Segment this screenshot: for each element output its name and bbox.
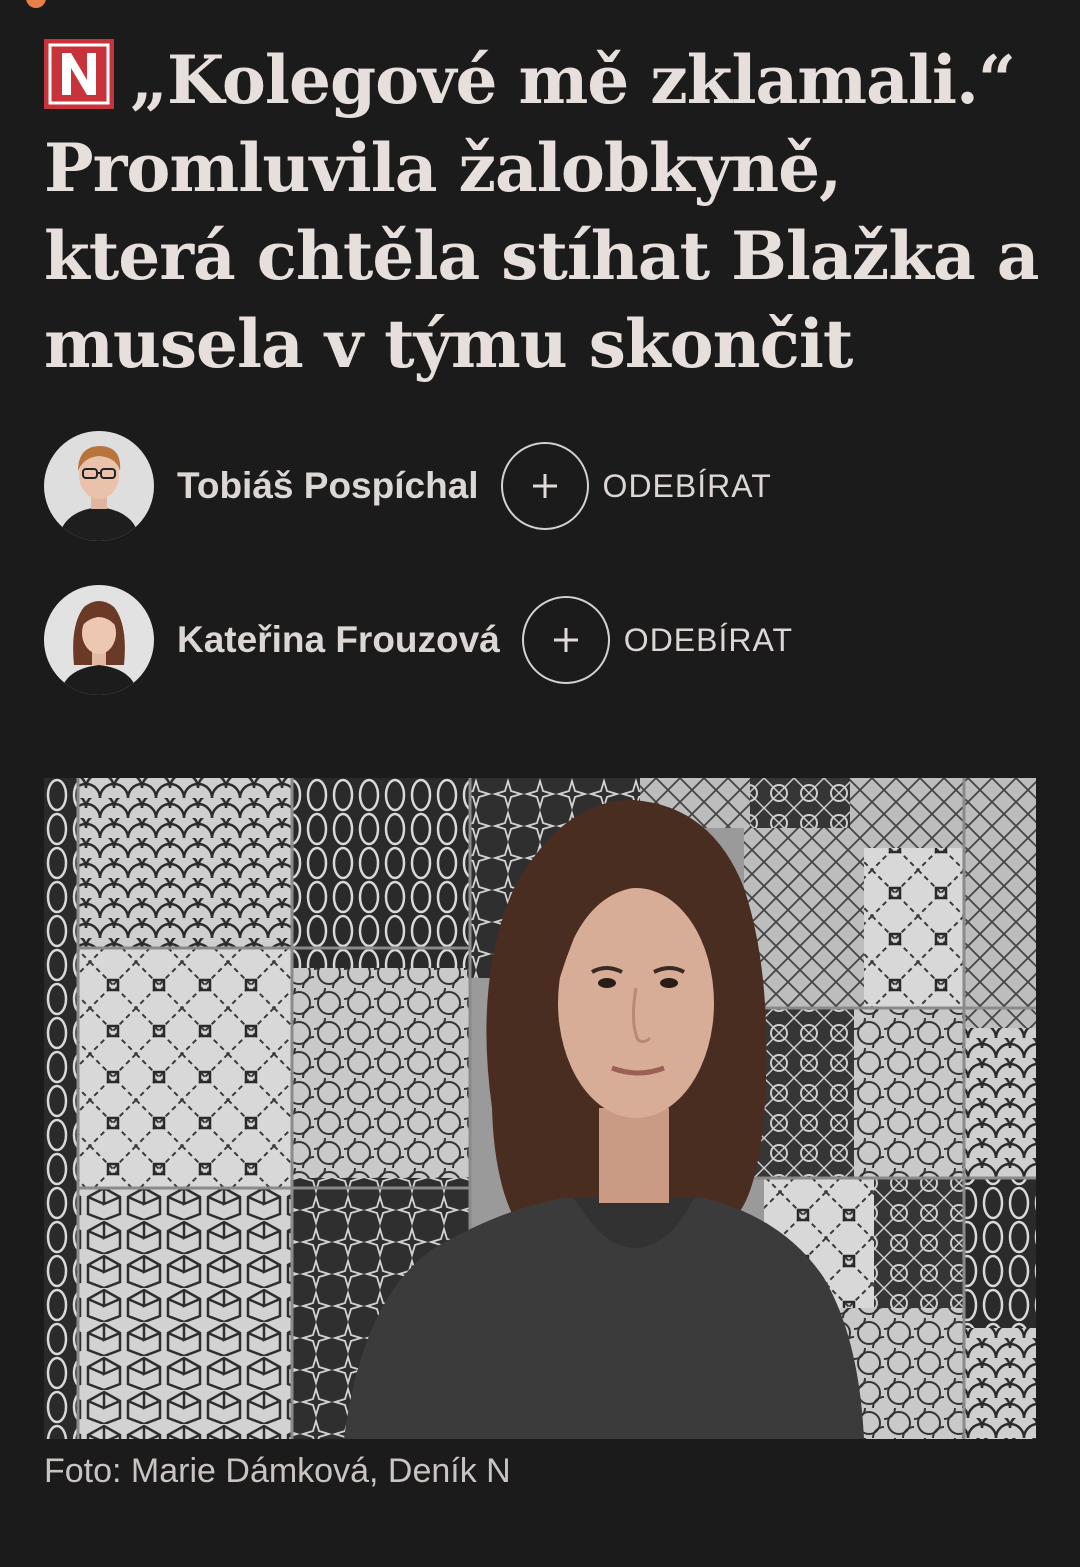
author-name[interactable]: Tobiáš Pospíchal [177,465,479,507]
photo-caption: Foto: Marie Dámková, Deník N [44,1452,511,1490]
author-name[interactable]: Kateřina Frouzová [177,619,500,661]
follow-button[interactable]: ODEBÍRAT [521,596,793,684]
denik-n-logo[interactable] [44,39,114,109]
follow-label[interactable]: ODEBÍRAT [603,468,772,505]
follow-label[interactable]: ODEBÍRAT [624,622,793,659]
plus-icon[interactable] [500,442,589,530]
plus-icon[interactable] [521,596,610,684]
author-row: Tobiáš Pospíchal ODEBÍRAT [44,431,772,541]
headline-text: „Kolegové mě zklamali.“ Promluvila žalob… [44,41,1039,383]
author-avatar[interactable] [44,585,154,695]
article-photo[interactable] [44,778,1036,1439]
author-row: Kateřina Frouzová ODEBÍRAT [44,585,793,695]
follow-button[interactable]: ODEBÍRAT [500,442,772,530]
article-headline: „Kolegové mě zklamali.“ Promluvila žalob… [44,36,1044,388]
author-avatar[interactable] [44,431,154,541]
status-indicator-dot [26,0,46,8]
